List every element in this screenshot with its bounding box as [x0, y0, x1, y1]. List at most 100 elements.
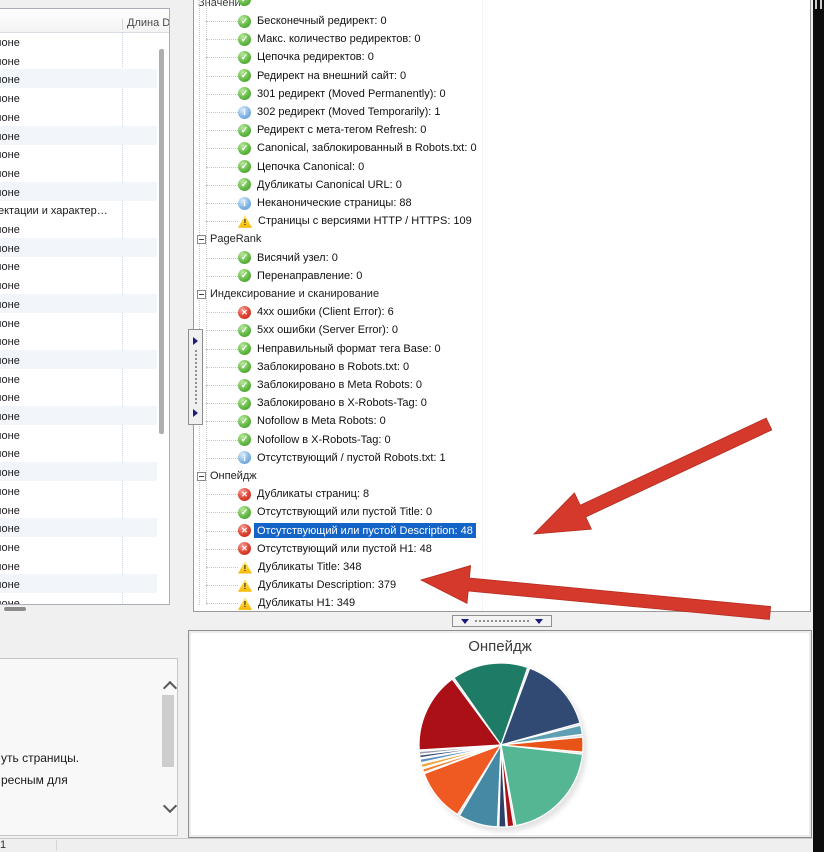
tree-item[interactable]: ✓Canonical, заблокированный в Robots.txt…: [194, 139, 808, 157]
tree-item[interactable]: ✓5xx ошибки (Server Error): 0: [194, 321, 808, 339]
horizontal-splitter-handle[interactable]: [452, 615, 552, 627]
collapse-right-icon[interactable]: [193, 409, 198, 417]
table-row[interactable]: лоне: [0, 69, 157, 88]
table-row[interactable]: лоне: [0, 406, 157, 425]
table-row[interactable]: лоне: [0, 144, 157, 163]
table-horizontal-scrollbar-thumb[interactable]: [4, 607, 26, 611]
scroll-down-icon[interactable]: [163, 799, 177, 813]
tree-item[interactable]: ✓Цепочка Canonical: 0: [194, 158, 808, 176]
table-cell: лоне: [0, 579, 20, 591]
table-row[interactable]: лоне: [0, 443, 157, 462]
table-cell: лоне: [0, 261, 20, 273]
table-row[interactable]: ектации и характер…: [0, 200, 157, 219]
table-row[interactable]: лоне: [0, 425, 157, 444]
tree-item[interactable]: ✓Заблокировано в Robots.txt: 0: [194, 358, 808, 376]
tree-item[interactable]: ✓Перенаправление: 0: [194, 267, 808, 285]
table-row[interactable]: лоне: [0, 32, 157, 51]
collapse-right-icon[interactable]: [193, 337, 198, 345]
ok-icon: ✓: [238, 87, 251, 100]
tree-item-label: 301 редирект (Moved Permanently): 0: [257, 88, 446, 100]
expand-collapse-icon[interactable]: [197, 235, 206, 244]
tree-item[interactable]: ✕4xx ошибки (Client Error): 6: [194, 303, 808, 321]
tree-item[interactable]: ✓Бесконечный редирект: 0: [194, 12, 808, 30]
scroll-up-icon[interactable]: [163, 681, 177, 695]
table-row[interactable]: лоне: [0, 163, 157, 182]
tree-item[interactable]: ✓Редирект с мета-тегом Refresh: 0: [194, 121, 808, 139]
table-row[interactable]: лоне: [0, 219, 157, 238]
table-header-separator: [122, 19, 123, 30]
table-row[interactable]: лоне: [0, 350, 157, 369]
table-row[interactable]: лоне: [0, 574, 157, 593]
tree-item[interactable]: !Дубликаты Title: 348: [194, 558, 808, 576]
tree-item-label: 302 редирект (Moved Temporarily): 1: [257, 106, 441, 118]
table-row[interactable]: лоне: [0, 294, 157, 313]
tree-item[interactable]: ✓Заблокировано в X-Robots-Tag: 0: [194, 394, 808, 412]
tree-item[interactable]: !Дубликаты H1: 349: [194, 594, 808, 612]
ok-icon: ✓: [238, 397, 251, 410]
tree-connector-line: [206, 440, 238, 441]
tree-item[interactable]: ✓Nofollow в Meta Robots: 0: [194, 412, 808, 430]
tree-item[interactable]: !Дубликаты Description: 379: [194, 576, 808, 594]
table-row[interactable]: лоне: [0, 593, 157, 605]
tree-item[interactable]: ✕Отсутствующий или пустой H1: 48: [194, 540, 808, 558]
table-vertical-scrollbar-thumb[interactable]: [159, 49, 164, 434]
tree-item[interactable]: ✕Дубликаты страниц: 8: [194, 485, 808, 503]
collapse-down-icon[interactable]: [461, 619, 469, 624]
tree-item[interactable]: ✓Заблокировано в Meta Robots: 0: [194, 376, 808, 394]
ok-icon: ✓: [238, 251, 251, 264]
table-row[interactable]: лоне: [0, 126, 157, 145]
expand-collapse-icon[interactable]: [197, 290, 206, 299]
tree-item[interactable]: ✓Nofollow в X-Robots-Tag: 0: [194, 431, 808, 449]
info-scrollbar-thumb[interactable]: [162, 695, 174, 767]
tree-item-label: Заблокировано в Meta Robots: 0: [257, 379, 422, 391]
table-row[interactable]: лоне: [0, 537, 157, 556]
table-row[interactable]: лоне: [0, 238, 157, 257]
left-table-panel: Длина D лонелонелонелонелонелонелонелоне…: [0, 8, 170, 605]
tree-item[interactable]: !Страницы с версиями HTTP / HTTPS: 109: [194, 212, 808, 230]
tree-connector-line: [206, 385, 238, 386]
tree-item-label: Перенаправление: 0: [257, 270, 362, 282]
table-row[interactable]: лоне: [0, 481, 157, 500]
table-row[interactable]: лоне: [0, 256, 157, 275]
tree-item[interactable]: iОтсутствующий / пустой Robots.txt: 1: [194, 449, 808, 467]
tree-item[interactable]: ✓Редирект на внешний сайт: 0: [194, 67, 808, 85]
table-header[interactable]: Длина D: [0, 9, 169, 33]
table-cell: лоне: [0, 523, 20, 535]
tree-node[interactable]: Онпейдж: [194, 467, 808, 485]
tree-item[interactable]: iНеканонические страницы: 88: [194, 194, 808, 212]
table-row[interactable]: лоне: [0, 500, 157, 519]
ok-icon: ✓: [238, 15, 251, 28]
table-row[interactable]: лоне: [0, 518, 157, 537]
table-cell: лоне: [0, 486, 20, 498]
table-row[interactable]: лоне: [0, 182, 157, 201]
collapse-down-icon[interactable]: [535, 619, 543, 624]
tree-node[interactable]: PageRank: [194, 230, 808, 248]
tree-item-label: Дубликаты Description: 379: [258, 579, 396, 591]
table-row[interactable]: лоне: [0, 51, 157, 70]
tree-item[interactable]: i 302 редирект (Moved Temporarily): 1: [194, 103, 808, 121]
table-row[interactable]: лоне: [0, 556, 157, 575]
table-row[interactable]: лоне: [0, 107, 157, 126]
strip-highlight: [820, 0, 822, 9]
table-row[interactable]: лоне: [0, 387, 157, 406]
vertical-splitter-handle[interactable]: [188, 329, 203, 425]
tree-item[interactable]: ✓Висячий узел: 0: [194, 249, 808, 267]
tree-item[interactable]: ✓Неправильный формат тега Base: 0: [194, 340, 808, 358]
table-row[interactable]: лоне: [0, 313, 157, 332]
tree-item[interactable]: ✕Отсутствующий или пустой Description: 4…: [194, 522, 808, 540]
tree-item[interactable]: ✓ 301 редирект (Moved Permanently): 0: [194, 85, 808, 103]
tree-node[interactable]: Индексирование и сканирование: [194, 285, 808, 303]
table-row[interactable]: лоне: [0, 88, 157, 107]
tree-item[interactable]: ✓Дубликаты Canonical URL: 0: [194, 176, 808, 194]
expand-collapse-icon[interactable]: [197, 472, 206, 481]
table-row[interactable]: лоне: [0, 275, 157, 294]
table-row[interactable]: лоне: [0, 462, 157, 481]
tree-item[interactable]: ✓Отсутствующий или пустой Title: 0: [194, 503, 808, 521]
tree-connector-line: [206, 57, 238, 58]
info-icon: i: [238, 106, 251, 119]
tree-item[interactable]: ✓Макс. количество редиректов: 0: [194, 30, 808, 48]
table-row[interactable]: лоне: [0, 369, 157, 388]
tree-item-label: Nofollow в Meta Robots: 0: [257, 415, 386, 427]
tree-item[interactable]: ✓Цепочка редиректов: 0: [194, 48, 808, 66]
table-row[interactable]: лоне: [0, 331, 157, 350]
